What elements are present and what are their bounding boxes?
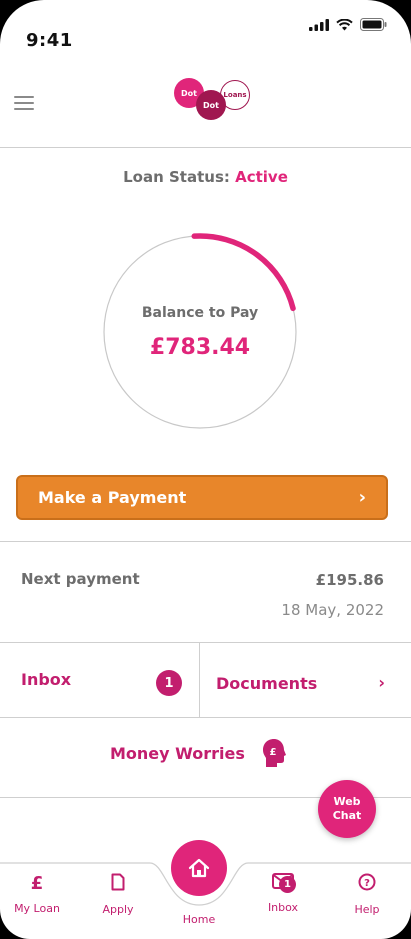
svg-text:£: £: [270, 747, 277, 758]
dot-dot-loans-logo: Dot Loans Dot: [174, 78, 254, 128]
documents-tile-label: Documents: [216, 674, 318, 693]
loan-status: Loan Status: Active: [0, 168, 411, 186]
inbox-tile-label: Inbox: [21, 670, 72, 689]
tab-apply[interactable]: Apply: [83, 873, 153, 916]
document-icon: [111, 873, 125, 891]
documents-tile[interactable]: Documents ›: [200, 643, 411, 717]
inbox-tile[interactable]: Inbox 1: [0, 643, 199, 717]
battery-icon: [360, 18, 387, 31]
tab-my-loan[interactable]: £ My Loan: [2, 873, 72, 915]
balance-ring: [103, 233, 297, 429]
loan-status-value: Active: [235, 168, 288, 186]
web-chat-line-1: Web: [333, 795, 361, 808]
web-chat-button[interactable]: Web Chat: [318, 780, 376, 838]
tab-inbox-badge: 1: [279, 876, 296, 893]
next-payment-amount: £195.86: [315, 571, 384, 589]
next-payment-label: Next payment: [21, 570, 140, 588]
make-payment-label: Make a Payment: [38, 488, 187, 507]
status-bar: 9:41: [0, 0, 411, 60]
status-time: 9:41: [26, 30, 73, 51]
next-payment-date: 18 May, 2022: [281, 601, 384, 619]
money-worries-label: Money Worries: [110, 744, 245, 763]
inbox-count-badge: 1: [156, 670, 182, 696]
bottom-tab-bar: £ My Loan Apply Home Inbox 1 ? Help: [0, 840, 411, 939]
balance-progress-arc: [191, 233, 296, 312]
tab-inbox-label: Inbox: [267, 901, 299, 914]
web-chat-line-2: Chat: [332, 809, 362, 822]
status-icons: [309, 18, 387, 31]
tab-help[interactable]: ? Help: [332, 873, 402, 916]
divider: [0, 541, 411, 542]
pound-icon: £: [30, 873, 44, 894]
tab-help-label: Help: [354, 903, 380, 916]
balance-dial: Balance to Pay £783.44: [101, 227, 301, 437]
head-pound-icon: £: [263, 739, 286, 767]
balance-label: Balance to Pay: [141, 305, 259, 321]
help-icon: ?: [358, 873, 376, 891]
wifi-icon: [336, 18, 353, 30]
tab-apply-label: Apply: [102, 903, 134, 916]
signal-icon: [309, 18, 329, 31]
balance-amount: £783.44: [149, 335, 251, 360]
tab-home-label: Home: [182, 913, 216, 926]
svg-text:?: ?: [364, 878, 370, 889]
menu-icon[interactable]: [14, 96, 34, 112]
app-header: Dot Loans Dot: [0, 60, 411, 148]
loan-status-label: Loan Status:: [123, 168, 230, 186]
home-icon: [188, 858, 210, 878]
tab-my-loan-label: My Loan: [14, 902, 60, 915]
logo-circle-2: Dot: [196, 90, 226, 120]
make-payment-button[interactable]: Make a Payment ›: [16, 475, 388, 520]
chevron-right-icon: ›: [358, 487, 366, 508]
chevron-right-icon: ›: [378, 673, 385, 692]
home-button[interactable]: [171, 840, 227, 896]
app-screen: 9:41 Dot Loans Dot Loan Status: Active B…: [0, 0, 411, 939]
